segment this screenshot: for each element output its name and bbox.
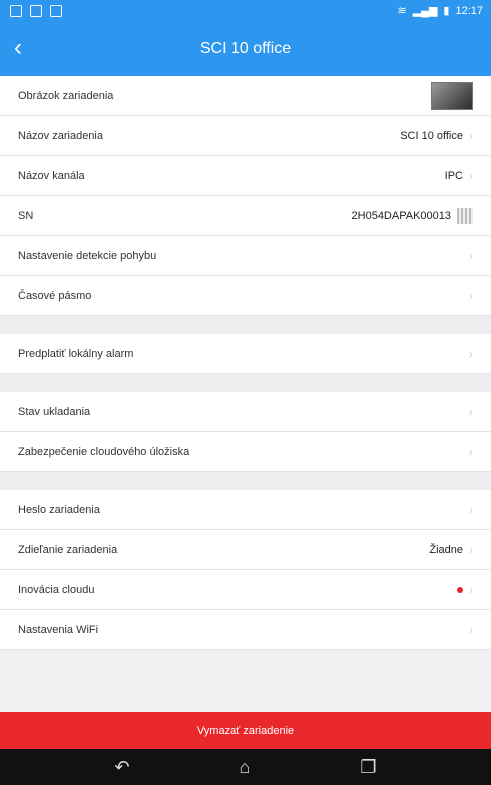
row-label: Zabezpečenie cloudového úložiska — [18, 445, 190, 458]
row-label: Nastavenia WiFi — [18, 623, 99, 636]
android-nav-bar: ↶ ⌂ ❐ — [0, 749, 491, 785]
row-label: Obrázok zariadenia — [18, 89, 114, 102]
row-local-alarm[interactable]: Predplatiť lokálny alarm › — [0, 334, 491, 374]
row-storage-status[interactable]: Stav ukladania › — [0, 392, 491, 432]
row-device-password[interactable]: Heslo zariadenia › — [0, 490, 491, 530]
row-label: Heslo zariadenia — [18, 503, 100, 516]
back-nav-icon[interactable]: ↶ — [114, 757, 129, 778]
wifi-icon: ≋ — [397, 5, 407, 17]
row-cloud-storage[interactable]: Zabezpečenie cloudového úložiska › — [0, 432, 491, 472]
row-label: Názov zariadenia — [18, 129, 103, 142]
notification-icons — [10, 5, 62, 17]
row-value: IPC — [444, 169, 463, 182]
chevron-right-icon: › — [469, 404, 473, 419]
chevron-right-icon: › — [469, 288, 473, 303]
row-label: Predplatiť lokálny alarm — [18, 347, 134, 360]
chevron-right-icon: › — [469, 542, 473, 557]
flag-icon — [50, 5, 62, 17]
row-label: Stav ukladania — [18, 405, 91, 418]
row-motion-detection[interactable]: Nastavenie detekcie pohybu › — [0, 236, 491, 276]
chevron-right-icon: › — [469, 582, 473, 597]
row-label: Inovácia cloudu — [18, 583, 95, 596]
row-label: Nastavenie detekcie pohybu — [18, 249, 157, 262]
row-wifi-settings[interactable]: Nastavenia WiFi › — [0, 610, 491, 650]
row-device-image[interactable]: Obrázok zariadenia — [0, 76, 491, 116]
chevron-right-icon: › — [469, 346, 473, 361]
row-value: Žiadne — [429, 543, 463, 556]
row-cloud-upgrade[interactable]: Inovácia cloudu › — [0, 570, 491, 610]
chevron-right-icon: › — [469, 444, 473, 459]
delete-device-button[interactable]: Vymazať zariadenie — [0, 712, 491, 749]
section-divider — [0, 374, 491, 392]
settings-list: Obrázok zariadenia Názov zariadenia SCI … — [0, 76, 491, 650]
row-label: SN — [18, 209, 34, 222]
section-divider — [0, 472, 491, 490]
row-value: SCI 10 office — [400, 129, 463, 142]
message-icon — [30, 5, 42, 17]
row-channel-name[interactable]: Názov kanála IPC › — [0, 156, 491, 196]
row-label: Zdieľanie zariadenia — [18, 543, 118, 556]
chevron-right-icon: › — [469, 248, 473, 263]
recent-apps-icon[interactable]: ❐ — [360, 757, 376, 778]
chevron-right-icon: › — [469, 502, 473, 517]
row-label: Časové pásmo — [18, 289, 92, 302]
page-title: SCI 10 office — [199, 40, 292, 57]
chevron-right-icon: › — [469, 168, 473, 183]
row-value: 2H054DAPAK00013 — [351, 209, 451, 222]
system-indicators: ≋ ▂▄▆ ▮ 12:17 — [397, 4, 483, 18]
signal-icon: ▂▄▆ — [412, 5, 438, 17]
chevron-right-icon: › — [469, 622, 473, 637]
clock: 12:17 — [455, 4, 483, 17]
chevron-right-icon: › — [469, 128, 473, 143]
row-label: Názov kanála — [18, 169, 85, 182]
home-icon[interactable]: ⌂ — [240, 757, 251, 778]
row-device-name[interactable]: Názov zariadenia SCI 10 office › — [0, 116, 491, 156]
device-thumbnail — [431, 81, 473, 110]
notification-dot — [457, 586, 463, 593]
qr-code-icon[interactable] — [457, 207, 473, 224]
status-bar: ≋ ▂▄▆ ▮ 12:17 — [0, 0, 491, 24]
row-device-sharing[interactable]: Zdieľanie zariadenia Žiadne › — [0, 530, 491, 570]
row-time-zone[interactable]: Časové pásmo › — [0, 276, 491, 316]
instagram-icon — [10, 5, 22, 17]
section-divider — [0, 316, 491, 334]
battery-icon: ▮ — [443, 5, 450, 17]
app-header: ‹ SCI 10 office — [0, 24, 491, 76]
row-serial-number[interactable]: SN 2H054DAPAK00013 — [0, 196, 491, 236]
